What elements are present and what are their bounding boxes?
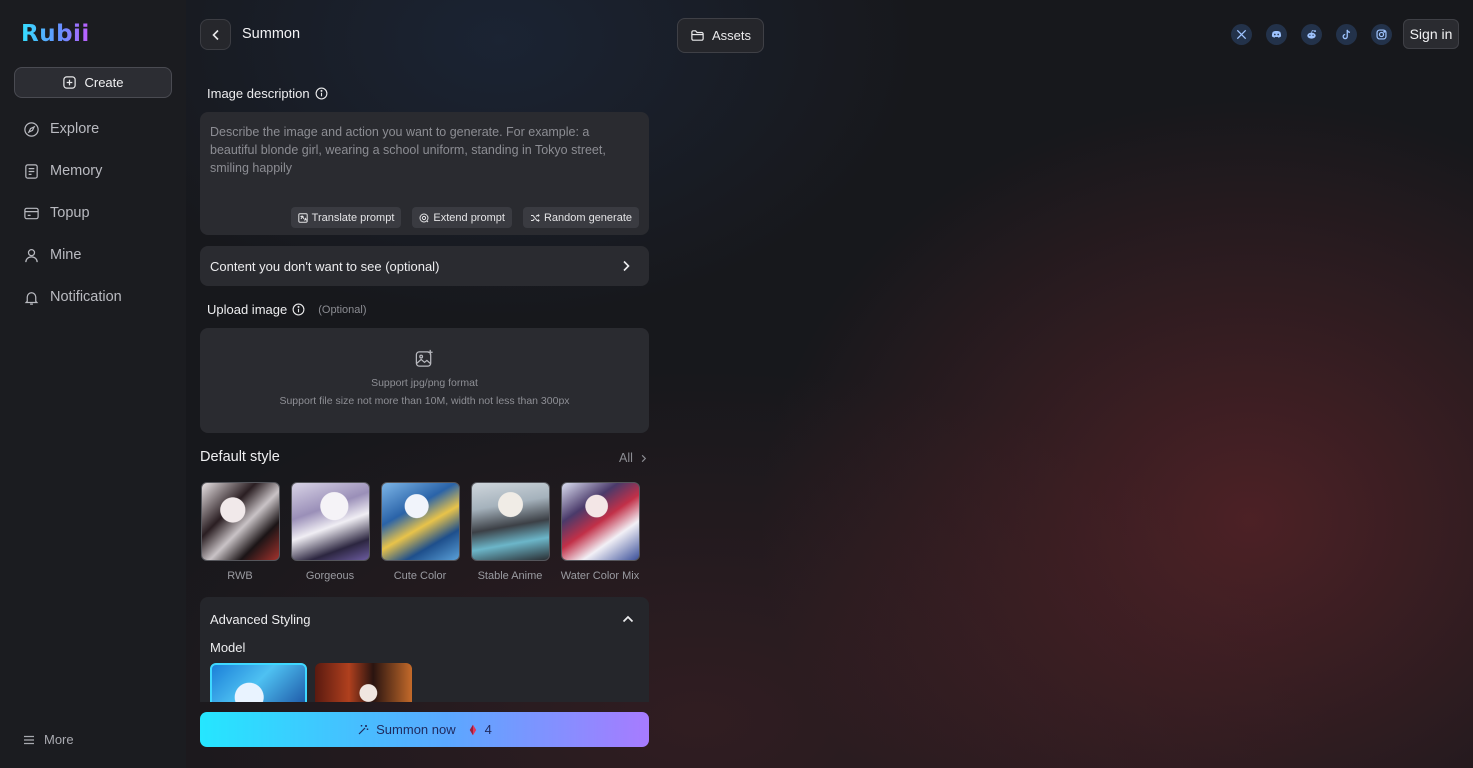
- summon-cost: 4: [467, 722, 492, 737]
- shuffle-icon: [530, 213, 540, 222]
- summon-now-label: Summon now: [376, 722, 456, 737]
- style-name: Cute Color: [393, 570, 447, 582]
- sidebar-item-label: Topup: [50, 205, 90, 221]
- default-style-title: Default style: [200, 449, 280, 465]
- tiktok-icon[interactable]: [1336, 24, 1357, 45]
- upload-image-label-row: Upload image (Optional): [207, 302, 367, 317]
- model-option-selected[interactable]: [210, 663, 307, 702]
- sidebar-nav: Explore Memory Topup Mine Notification: [0, 108, 186, 318]
- image-description-label-row: Image description: [207, 86, 328, 101]
- card-icon: [24, 207, 39, 219]
- create-button[interactable]: Create: [14, 67, 172, 98]
- back-button[interactable]: [200, 19, 231, 50]
- chevron-right-icon: [623, 260, 630, 272]
- plus-square-icon: [63, 76, 77, 89]
- sidebar-item-notification[interactable]: Notification: [0, 276, 186, 318]
- social-links: [1231, 24, 1392, 45]
- style-list: RWB Gorgeous Cute Color Stable Anime Wat…: [200, 482, 649, 587]
- logo[interactable]: Rubii: [21, 21, 90, 47]
- summon-now-button[interactable]: Summon now 4: [200, 712, 649, 747]
- page-title: Summon: [242, 26, 301, 42]
- style-card-gorgeous[interactable]: Gorgeous: [290, 482, 370, 587]
- create-label: Create: [84, 75, 124, 90]
- negative-prompt-row[interactable]: Content you don't want to see (optional): [200, 246, 649, 286]
- translate-icon: [297, 212, 308, 223]
- all-styles-link[interactable]: All: [619, 451, 648, 465]
- image-upload-icon: [415, 349, 433, 367]
- negative-prompt-label: Content you don't want to see (optional): [210, 258, 440, 274]
- style-name: Gorgeous: [305, 570, 355, 582]
- prompt-tools: Translate prompt Extend prompt Random ge…: [290, 207, 639, 228]
- style-card-water-color-mix[interactable]: Water Color Mix: [560, 482, 640, 587]
- style-name: RWB: [227, 570, 253, 582]
- extend-prompt-label: Extend prompt: [433, 211, 505, 224]
- sidebar: Rubii Create Explore Memory Topup Mine N…: [0, 0, 186, 768]
- extend-prompt-button[interactable]: Extend prompt: [412, 207, 512, 228]
- style-thumbnail: [470, 482, 550, 561]
- more-label: More: [44, 732, 74, 747]
- advanced-styling-title[interactable]: Advanced Styling: [210, 612, 310, 627]
- upload-size-hint: Support file size not more than 10M, wid…: [279, 395, 570, 407]
- chevron-right-icon: [641, 454, 647, 462]
- chevron-up-icon[interactable]: [621, 612, 635, 626]
- sign-in-button[interactable]: Sign in: [1403, 19, 1459, 49]
- crystal-icon: [469, 724, 476, 735]
- assets-label: Assets: [711, 28, 751, 43]
- upload-format-hint: Support jpg/png format: [371, 377, 478, 389]
- info-icon[interactable]: [292, 303, 305, 316]
- upload-image-label: Upload image: [207, 302, 288, 317]
- style-card-stable-anime[interactable]: Stable Anime: [470, 482, 550, 587]
- assets-button[interactable]: Assets: [677, 18, 764, 53]
- sidebar-item-label: Explore: [50, 121, 100, 137]
- style-name: Water Color Mix: [560, 570, 640, 582]
- all-styles-label: All: [619, 451, 633, 465]
- style-card-rwb[interactable]: RWB: [200, 482, 280, 587]
- reddit-icon[interactable]: [1301, 24, 1322, 45]
- translate-prompt-button[interactable]: Translate prompt: [290, 207, 402, 228]
- translate-prompt-label: Translate prompt: [311, 211, 395, 224]
- x-icon[interactable]: [1231, 24, 1252, 45]
- model-list: [210, 663, 412, 702]
- model-option[interactable]: [315, 663, 412, 702]
- info-icon[interactable]: [315, 87, 328, 100]
- style-thumbnail: [560, 482, 640, 561]
- menu-icon: [24, 735, 34, 744]
- bell-icon: [24, 291, 39, 305]
- advanced-styling-panel: Advanced Styling Model: [200, 597, 649, 702]
- random-generate-button[interactable]: Random generate: [522, 207, 639, 228]
- style-card-cute-color[interactable]: Cute Color: [380, 482, 460, 587]
- chevron-left-icon: [211, 29, 219, 40]
- style-name: Stable Anime: [477, 570, 543, 582]
- style-thumbnail: [380, 482, 460, 561]
- random-generate-label: Random generate: [543, 211, 632, 224]
- folder-icon: [691, 30, 704, 41]
- sidebar-item-memory[interactable]: Memory: [0, 150, 186, 192]
- style-thumbnail: [290, 482, 370, 561]
- model-label: Model: [210, 640, 246, 655]
- sidebar-item-mine[interactable]: Mine: [0, 234, 186, 276]
- more-button[interactable]: More: [23, 732, 74, 747]
- upload-dropzone[interactable]: Support jpg/png format Support file size…: [200, 328, 649, 433]
- logo-text: Rubii: [21, 21, 90, 47]
- discord-icon[interactable]: [1266, 24, 1287, 45]
- sidebar-item-label: Notification: [50, 289, 122, 305]
- style-thumbnail: [200, 482, 280, 561]
- compass-icon: [24, 121, 39, 137]
- description-textarea[interactable]: Describe the image and action you want t…: [200, 112, 649, 235]
- magic-wand-icon: [358, 724, 369, 734]
- sidebar-item-explore[interactable]: Explore: [0, 108, 186, 150]
- description-placeholder: Describe the image and action you want t…: [210, 125, 606, 175]
- extend-icon: [419, 213, 429, 222]
- user-icon: [25, 248, 38, 262]
- sidebar-item-label: Memory: [50, 163, 103, 179]
- memory-icon: [25, 163, 38, 179]
- sidebar-item-topup[interactable]: Topup: [0, 192, 186, 234]
- summon-cost-value: 4: [484, 722, 492, 737]
- upload-optional-label: (Optional): [318, 303, 367, 316]
- image-description-label: Image description: [207, 86, 310, 101]
- instagram-icon[interactable]: [1371, 24, 1392, 45]
- sidebar-item-label: Mine: [50, 247, 82, 263]
